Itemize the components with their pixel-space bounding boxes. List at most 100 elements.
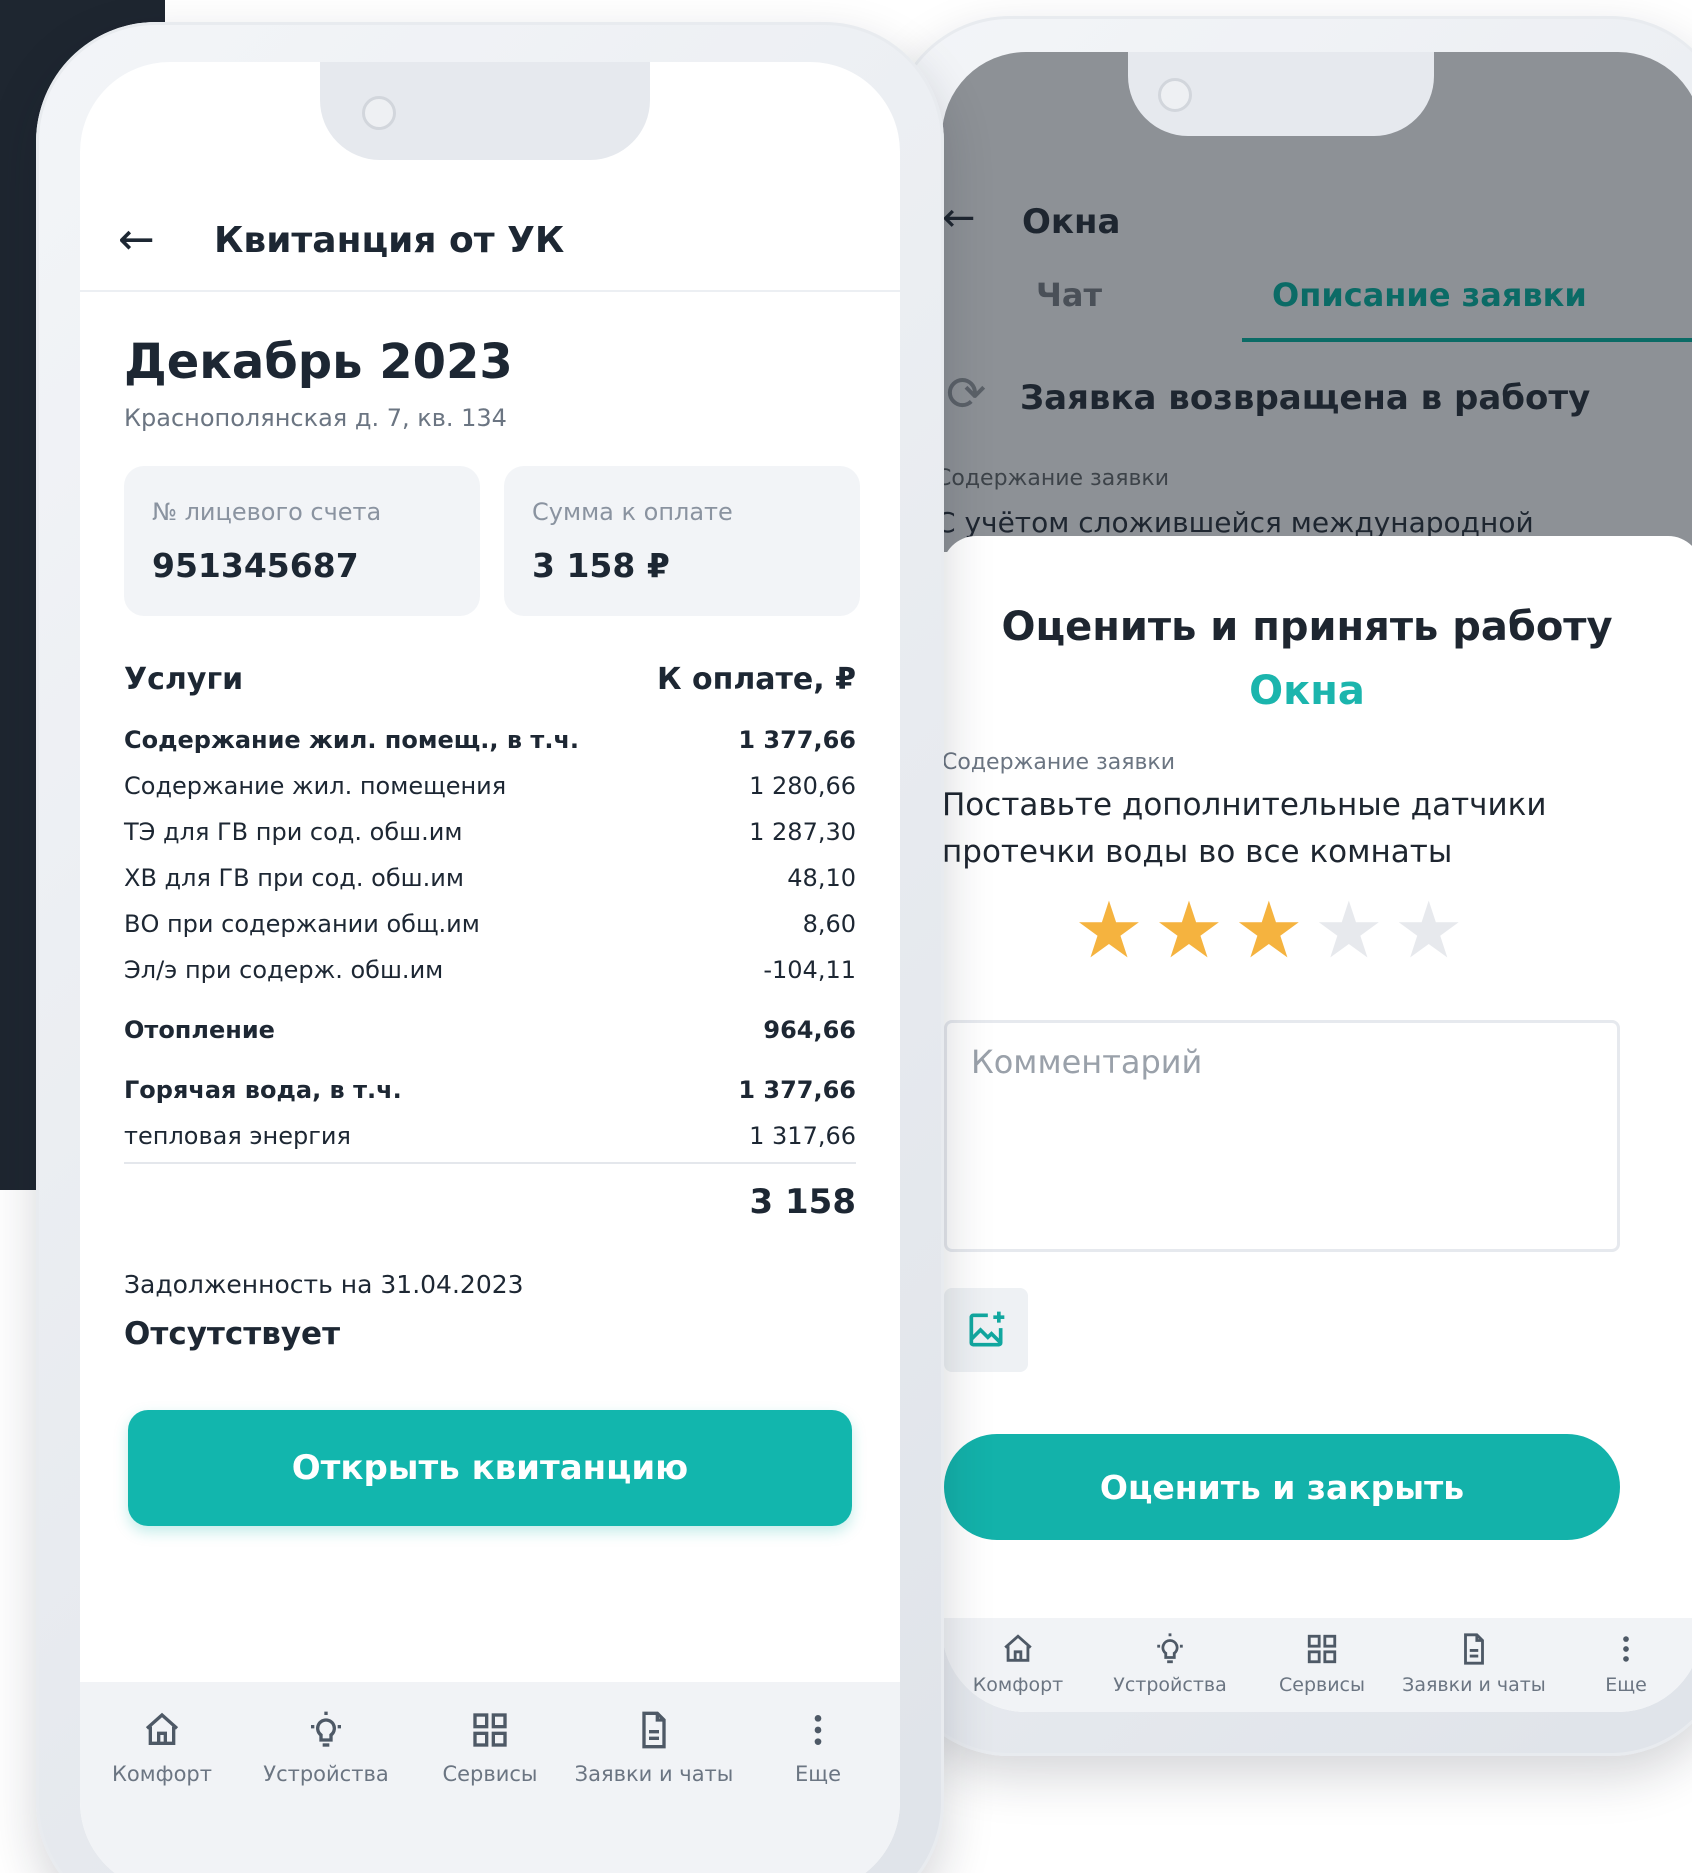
row-label: ВО при содержании общ.им: [124, 910, 480, 938]
bottom-navbar: Комфорт Устройства Сервисы Заявки и чаты…: [80, 1682, 900, 1873]
nav-item-comfort[interactable]: Комфорт: [80, 1710, 244, 1873]
nav-label: Комфорт: [112, 1762, 212, 1786]
row-label: ТЭ для ГВ при сод. обш.им: [124, 818, 463, 846]
nav-item-comfort[interactable]: Комфорт: [942, 1632, 1094, 1712]
row-label: Содержание жил. помещ., в т.ч.: [124, 726, 580, 754]
phone-right: ← Окна Чат Описание заявки ⟳ Заявка возв…: [890, 16, 1692, 1756]
amount-value: 3 158 ₽: [532, 546, 670, 585]
camera-icon: [362, 96, 396, 130]
row-value: 1 317,66: [749, 1122, 856, 1150]
phone-notch: [320, 62, 650, 160]
star-icon[interactable]: ★: [1394, 892, 1464, 970]
nav-item-devices[interactable]: Устройства: [244, 1710, 408, 1873]
request-title: Окна: [1022, 202, 1121, 242]
total-amount: 3 158: [749, 1182, 856, 1222]
row-label: Горячая вода, в т.ч.: [124, 1076, 402, 1104]
table-row: тепловая энергия 1 317,66: [124, 1122, 856, 1162]
sheet-content-text: Поставьте дополнительные датчики протечк…: [942, 787, 1547, 870]
page-title: Квитанция от УК: [214, 220, 565, 261]
lightbulb-icon: [1157, 1633, 1183, 1664]
sheet-content-label: Содержание заявки: [942, 750, 1176, 775]
refresh-icon: ⟳: [946, 366, 987, 422]
services-header: Услуги: [124, 662, 244, 697]
nav-item-services[interactable]: Сервисы: [1246, 1632, 1398, 1712]
rate-and-close-button[interactable]: Оценить и закрыть: [944, 1434, 1620, 1540]
row-label: Эл/э при содерж. обш.им: [124, 956, 444, 984]
receipt-screen: ← Квитанция от УК Декабрь 2023 Краснопол…: [80, 62, 900, 1873]
receipt-address: Краснополянская д. 7, кв. 134: [124, 404, 507, 432]
debt-value: Отсутствует: [124, 1316, 341, 1352]
rating-stars: ★ ★ ★ ★ ★: [1074, 892, 1464, 970]
content-label: Содержание заявки: [942, 466, 1170, 491]
amount-label: Сумма к оплате: [532, 498, 733, 526]
account-card: № лицевого счета 951345687: [124, 466, 480, 616]
star-icon[interactable]: ★: [1074, 892, 1144, 970]
more-icon: [814, 1715, 822, 1745]
nav-item-devices[interactable]: Устройства: [1094, 1632, 1246, 1712]
table-row: Эл/э при содерж. обш.им -104,11: [124, 956, 856, 996]
home-icon: [1004, 1634, 1032, 1662]
table-row: ТЭ для ГВ при сод. обш.им 1 287,30: [124, 818, 856, 858]
tab-chat[interactable]: Чат: [1036, 276, 1102, 314]
grid-icon: [1307, 1634, 1337, 1664]
account-label: № лицевого счета: [152, 498, 382, 526]
phone-notch: [1128, 52, 1434, 136]
nav-label: Еще: [795, 1762, 841, 1786]
tab-description[interactable]: Описание заявки: [1272, 276, 1587, 314]
document-icon: [642, 1711, 666, 1749]
star-icon[interactable]: ★: [1314, 892, 1384, 970]
phone-left: ← Квитанция от УК Декабрь 2023 Краснопол…: [36, 22, 944, 1873]
sheet-title: Оценить и принять работу: [1001, 604, 1613, 650]
nav-label: Устройства: [1113, 1674, 1227, 1696]
nav-label: Заявки и чаты: [574, 1762, 734, 1786]
debt-label: Задолженность на 31.04.2023: [124, 1270, 524, 1299]
row-value: -104,11: [763, 956, 856, 984]
table-row: Содержание жил. помещения 1 280,66: [124, 772, 856, 812]
star-icon[interactable]: ★: [1154, 892, 1224, 970]
row-value: 8,60: [802, 910, 856, 938]
rating-sheet: Оценить и принять работу Окна Содержание…: [942, 536, 1692, 1636]
document-icon: [1464, 1633, 1484, 1665]
table-row: Содержание жил. помещ., в т.ч. 1 377,66: [124, 726, 856, 766]
content-preview: С учётом сложившейся международной: [942, 506, 1534, 539]
nav-item-services[interactable]: Сервисы: [408, 1710, 572, 1873]
bottom-navbar: Комфорт Устройства Сервисы Заявки и чаты…: [942, 1618, 1692, 1712]
nav-item-more[interactable]: Еще: [736, 1710, 900, 1873]
row-value: 1 377,66: [738, 726, 856, 754]
star-icon[interactable]: ★: [1234, 892, 1304, 970]
nav-label: Устройства: [263, 1762, 389, 1786]
row-label: ХВ для ГВ при сод. обш.им: [124, 864, 464, 892]
tab-active-indicator: [1242, 338, 1692, 342]
row-value: 964,66: [763, 1016, 856, 1044]
divider: [124, 1162, 856, 1164]
account-value: 951345687: [152, 546, 359, 585]
row-value: 1 287,30: [749, 818, 856, 846]
rating-screen: ← Окна Чат Описание заявки ⟳ Заявка возв…: [942, 52, 1692, 1712]
arrow-left-icon[interactable]: ←: [942, 198, 976, 238]
table-row: ВО при содержании общ.им 8,60: [124, 910, 856, 950]
nav-item-requests[interactable]: Заявки и чаты: [1398, 1632, 1550, 1712]
open-receipt-button[interactable]: Открыть квитанцию: [128, 1410, 852, 1526]
row-label: тепловая энергия: [124, 1122, 351, 1150]
table-row: ХВ для ГВ при сод. обш.им 48,10: [124, 864, 856, 904]
arrow-left-icon[interactable]: ←: [118, 218, 155, 262]
add-photo-icon: [969, 1311, 1005, 1347]
status-text: Заявка возвращена в работу: [1020, 378, 1591, 418]
row-label: Отопление: [124, 1016, 275, 1044]
nav-label: Сервисы: [1278, 1674, 1365, 1696]
add-photo-button[interactable]: [944, 1288, 1028, 1372]
table-row: Отопление 964,66: [124, 1016, 856, 1056]
nav-item-requests[interactable]: Заявки и чаты: [572, 1710, 736, 1873]
home-icon: [145, 1712, 179, 1745]
grid-icon: [473, 1713, 507, 1747]
row-value: 1 280,66: [749, 772, 856, 800]
receipt-month: Декабрь 2023: [124, 334, 513, 390]
nav-label: Сервисы: [442, 1762, 538, 1786]
nav-label: Комфорт: [972, 1674, 1064, 1696]
camera-icon: [1158, 78, 1192, 112]
nav-item-more[interactable]: Еще: [1550, 1632, 1692, 1712]
nav-label: Еще: [1605, 1674, 1647, 1696]
comment-field[interactable]: Комментарий: [944, 1020, 1620, 1252]
row-value: 1 377,66: [738, 1076, 856, 1104]
lightbulb-icon: [311, 1711, 341, 1747]
